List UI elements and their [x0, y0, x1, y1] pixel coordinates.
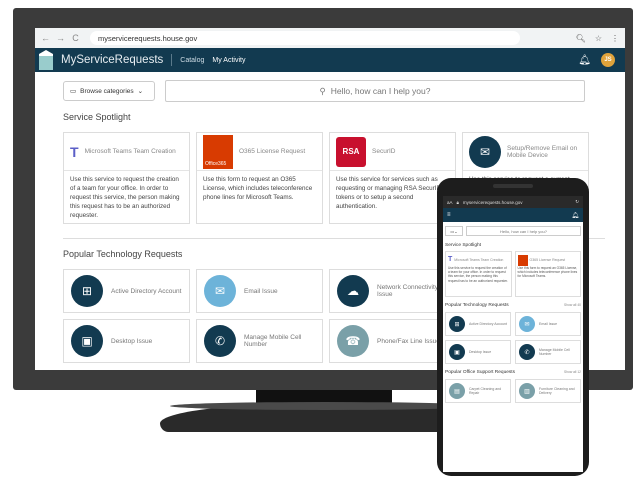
zoom-icon[interactable]: 🔍︎: [576, 34, 586, 43]
browse-categories-button[interactable]: ▭ Browse categories ⌄: [63, 81, 155, 101]
phone-item-active-directory[interactable]: ⊞ Active Directory Account: [445, 312, 511, 336]
item-label: Active Directory Account: [111, 287, 182, 295]
bookmark-star-icon[interactable]: ☆: [595, 34, 602, 43]
monitor-stand-highlight: [170, 402, 480, 410]
office-icon: Office365: [203, 134, 233, 169]
rsa-icon: RSA: [336, 136, 366, 167]
phone-item-desktop[interactable]: ▣ Desktop Issue: [445, 340, 511, 364]
item-label: Furniture Cleaning and Delivery: [539, 387, 575, 395]
phone-reload-icon[interactable]: ↻: [575, 199, 579, 205]
windows-icon: ⊞: [449, 316, 465, 332]
lock-icon: 🔒︎: [456, 199, 459, 205]
phone-address-bar[interactable]: aA 🔒︎ myservicerequests.house.gov ↻: [443, 196, 583, 208]
phone-screen: aA 🔒︎ myservicerequests.house.gov ↻ ≡ 🔔︎ ▭⌄ …: [443, 196, 583, 472]
nav-my-activity[interactable]: My Activity: [212, 57, 245, 64]
reload-icon[interactable]: C: [71, 33, 80, 43]
show-all-link[interactable]: Show all 40: [564, 303, 581, 308]
email-icon: ✉: [204, 275, 236, 307]
folder-icon: ▭: [70, 88, 77, 95]
card-desc: Use this form to request an O365 License…: [517, 266, 578, 279]
browse-label: Browse categories: [80, 87, 134, 95]
phone-item-email[interactable]: ✉ Email Issue: [515, 312, 581, 336]
show-all-link[interactable]: Show all 12: [564, 370, 581, 375]
deskphone-icon: ☎: [337, 325, 369, 357]
card-desc: Use this form to request an O365 License…: [203, 176, 313, 201]
item-label: Carpet Cleaning and Repair: [469, 387, 502, 395]
popular-item-mobile-cell[interactable]: ✆ Manage Mobile Cell Number: [196, 319, 323, 363]
phone-spotlight-card-o365[interactable]: O365 License Request Use this form to re…: [514, 251, 581, 297]
card-title: SecurID: [372, 148, 396, 155]
card-title: Microsoft Teams Team Creation: [84, 148, 176, 155]
url-text: myservicerequests.house.gov: [98, 33, 198, 43]
popular-item-email-issue[interactable]: ✉ Email Issue: [196, 269, 323, 313]
item-label: Email Issue: [244, 287, 278, 295]
office-icon: [517, 254, 528, 266]
item-label: Desktop Issue: [111, 337, 153, 345]
card-title: Microsoft Teams Team Creation: [454, 257, 504, 262]
item-label: Manage Mobile Cell Number: [539, 348, 570, 356]
desktop-icon: ▣: [449, 344, 465, 360]
spotlight-title: Service Spotlight: [63, 112, 131, 122]
phone-browse-button[interactable]: ▭⌄: [445, 226, 463, 236]
phone-item-carpet[interactable]: ▤ Carpet Cleaning and Repair: [445, 379, 511, 403]
phone-url: myservicerequests.house.gov: [462, 199, 523, 205]
spotlight-card-o365[interactable]: Office365 O365 License Request Use this f…: [196, 132, 323, 224]
device-mockup: ← → C myservicerequests.house.gov 🔍︎ ☆ ⋮…: [0, 0, 633, 477]
card-desc: Use this service to request the creation…: [448, 266, 508, 283]
phone-search-input[interactable]: Hello, how can I help you?: [466, 226, 581, 236]
card-title: Setup/Remove Email on Mobile Device: [507, 144, 578, 159]
mobile-email-icon: ✉: [469, 135, 501, 168]
network-icon: ☁: [337, 275, 369, 307]
phone-item-furniture[interactable]: ▥ Furniture Cleaning and Delivery: [515, 379, 581, 403]
card-title: O365 License Request: [239, 148, 306, 155]
windows-icon: ⊞: [71, 275, 103, 307]
avatar[interactable]: JS: [601, 53, 615, 67]
furniture-icon: ▥: [519, 383, 535, 399]
card-title: O365 License Request: [529, 257, 566, 262]
hamburger-icon[interactable]: ≡: [447, 212, 451, 218]
nav-catalog[interactable]: Catalog: [180, 57, 204, 64]
browser-toolbar: ← → C myservicerequests.house.gov 🔍︎ ☆ ⋮: [35, 28, 625, 48]
phone-icon: ✆: [519, 344, 535, 360]
app-header: MyServiceRequests Catalog My Activity 🔔︎…: [35, 48, 625, 72]
phone-spotlight-title: Service Spotlight: [445, 243, 481, 248]
address-bar[interactable]: myservicerequests.house.gov: [90, 31, 520, 45]
phone-header: ≡ 🔔︎: [443, 208, 583, 222]
phone-speaker: [493, 184, 533, 188]
browser-menu-icon[interactable]: ⋮: [611, 34, 619, 43]
phone-item-mobile-cell[interactable]: ✆ Manage Mobile Cell Number: [515, 340, 581, 364]
popular-item-desktop[interactable]: ▣ Desktop Issue: [63, 319, 190, 363]
phone-spotlight-card-teams[interactable]: T Microsoft Teams Team Creation Use this …: [445, 251, 512, 297]
bell-icon[interactable]: 🔔︎: [578, 55, 591, 66]
search-input[interactable]: ⚲ Hello, how can I help you?: [165, 80, 585, 102]
brand-title[interactable]: MyServiceRequests: [61, 54, 173, 66]
phone-office-title: Popular Office Support Requests: [445, 370, 516, 375]
search-placeholder: Hello, how can I help you?: [330, 86, 431, 96]
spotlight-card-teams[interactable]: T Microsoft Teams Team Creation Use this …: [63, 132, 190, 224]
search-icon: ⚲: [319, 85, 326, 96]
house-logo-icon[interactable]: [39, 50, 53, 70]
item-label: Phone/Fax Line Issue: [377, 337, 440, 345]
desktop-icon: ▣: [71, 325, 103, 357]
teams-icon: T: [70, 143, 79, 160]
item-label: Manage Mobile Cell Number: [244, 334, 302, 348]
phone-mockup: aA 🔒︎ myservicerequests.house.gov ↻ ≡ 🔔︎ ▭⌄ …: [437, 178, 589, 476]
phone-popular-title: Popular Technology Requests: [445, 303, 509, 308]
text-size-icon: aA: [447, 199, 453, 205]
item-label: Active Directory Account: [469, 322, 507, 326]
email-icon: ✉: [519, 316, 535, 332]
forward-icon[interactable]: →: [56, 33, 65, 43]
phone-icon: ✆: [204, 325, 236, 357]
popular-item-active-directory[interactable]: ⊞ Active Directory Account: [63, 269, 190, 313]
carpet-icon: ▤: [449, 383, 465, 399]
teams-icon: T: [448, 255, 453, 263]
chevron-down-icon: ⌄: [137, 88, 144, 95]
item-label: Desktop Issue: [469, 350, 492, 354]
phone-bell-icon[interactable]: 🔔︎: [571, 212, 579, 219]
item-label: Email Issue: [539, 322, 558, 326]
back-icon[interactable]: ←: [41, 33, 50, 43]
card-desc: Use this service to request the creation…: [70, 176, 180, 219]
